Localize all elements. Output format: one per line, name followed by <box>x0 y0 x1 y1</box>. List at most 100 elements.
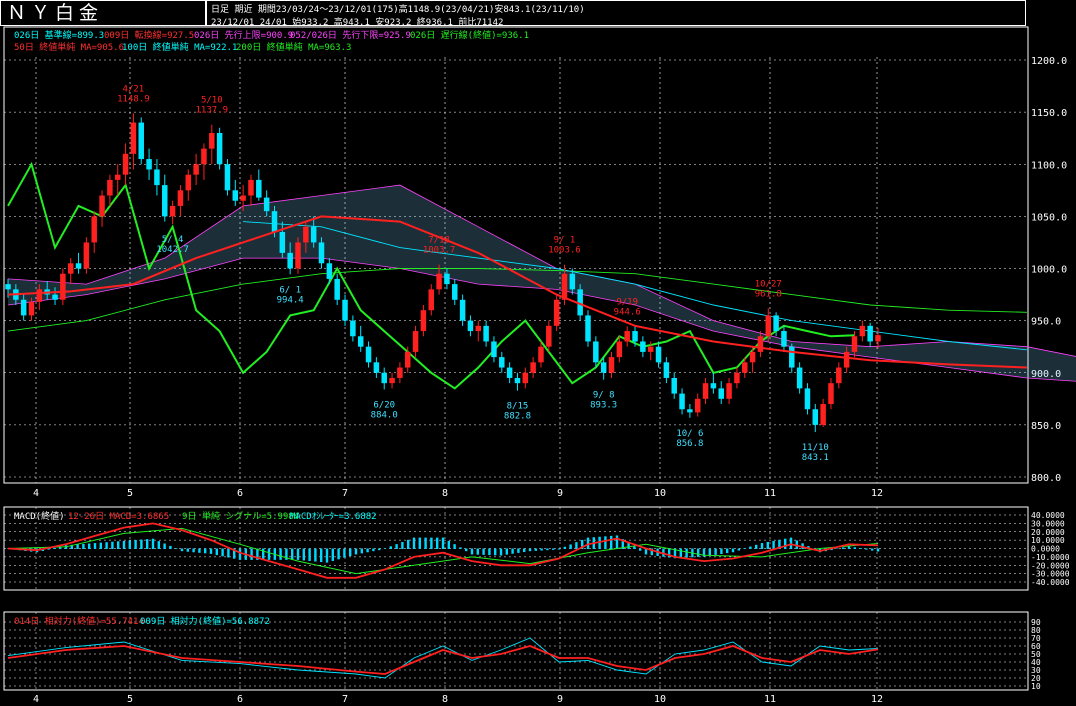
candle-body <box>412 331 419 352</box>
candle <box>804 383 811 415</box>
candle <box>397 362 403 384</box>
candle-body <box>216 132 223 165</box>
candle-body <box>718 388 724 399</box>
candle-body <box>475 325 482 332</box>
candle <box>130 113 137 170</box>
candle-body <box>428 289 434 311</box>
candle-body <box>310 226 317 243</box>
macd-histogram-bar <box>337 548 340 560</box>
candle <box>828 377 834 410</box>
rsi-x-tick-label: 6 <box>237 694 243 705</box>
x-tick-label: 7 <box>342 488 348 499</box>
macd-histogram-bar <box>372 548 375 552</box>
candle-body <box>162 185 168 217</box>
candle-body <box>83 242 90 269</box>
candle <box>710 372 717 394</box>
macd-histogram-bar <box>122 540 126 549</box>
chart-container: 4 5 6 7 8 9 10 11 121200.01150.01100.01050.01000… <box>3 26 1076 705</box>
candle-body <box>436 273 442 290</box>
candle <box>640 336 646 358</box>
candle <box>60 268 66 305</box>
macd-histogram-bar <box>465 548 468 552</box>
candle-body <box>632 331 638 342</box>
candle <box>608 351 615 378</box>
candle-body <box>585 315 591 342</box>
annotation-date: 5/ 4 <box>162 235 184 245</box>
candle <box>514 372 521 391</box>
candle <box>412 325 419 358</box>
candle <box>334 273 340 305</box>
macd-histogram-bar <box>169 545 172 549</box>
candle-body <box>28 301 35 316</box>
candle-body <box>350 320 356 337</box>
candle <box>734 367 740 389</box>
rsi-x-tick-label: 11 <box>764 694 776 705</box>
candle <box>459 294 466 326</box>
macd-histogram-bar <box>540 548 543 551</box>
macd-histogram-bar <box>105 542 108 549</box>
macd-histogram-bar <box>296 548 300 560</box>
macd-histogram-bar <box>511 548 514 554</box>
macd-histogram-bar <box>354 548 358 555</box>
macd-histogram-bar <box>499 548 503 556</box>
candle <box>789 343 795 373</box>
annotation-value: 843.1 <box>802 453 829 463</box>
candle-body <box>169 205 176 217</box>
macd-histogram-bar <box>128 540 131 549</box>
macd-histogram-bar <box>639 548 642 551</box>
candle-body <box>295 242 301 269</box>
candle-body <box>781 331 787 347</box>
candle-body <box>201 148 207 165</box>
macd-histogram-bar <box>494 548 497 556</box>
y-tick-label: 1200.0 <box>1031 56 1067 67</box>
y-tick-label: 1100.0 <box>1031 160 1067 171</box>
candle <box>75 252 82 274</box>
y-tick-label: 1150.0 <box>1031 108 1067 119</box>
candle-body <box>287 252 293 269</box>
candle-body <box>561 273 568 300</box>
macd-histogram-bar <box>389 546 392 549</box>
candle <box>91 211 97 253</box>
x-tick-label: 5 <box>127 488 133 499</box>
candle <box>687 404 693 418</box>
annotation-date: 4/21 <box>123 84 145 94</box>
macd-histogram-bar <box>331 548 334 561</box>
candle-body <box>702 383 709 399</box>
candle-body <box>773 315 779 332</box>
candle-body <box>757 336 764 352</box>
candle <box>381 367 387 390</box>
macd-histogram-bar <box>697 548 700 557</box>
candle <box>256 169 262 201</box>
candle-body <box>130 122 137 154</box>
macd-histogram-bar <box>140 539 143 549</box>
macd-histogram-bar <box>343 548 346 558</box>
candle-body <box>843 351 850 368</box>
candle-body <box>52 294 58 300</box>
annotation-date: 9/ 8 <box>593 391 615 401</box>
candle-body <box>326 263 333 279</box>
macd-histogram-bar <box>563 546 566 549</box>
macd-histogram-bar <box>685 548 688 558</box>
annotation-value: 884.0 <box>371 410 398 420</box>
candle <box>506 362 513 384</box>
candle-body <box>859 325 866 337</box>
annotation-date: 6/20 <box>373 400 395 410</box>
macd-histogram-bar <box>325 548 329 563</box>
macd-histogram-bar <box>784 538 787 549</box>
candle-body <box>420 310 427 332</box>
candle-body <box>99 195 105 217</box>
candle <box>122 143 129 186</box>
annotation-date: 10/ 6 <box>676 429 703 439</box>
candle <box>83 237 90 274</box>
candle-body <box>530 362 536 373</box>
annotation-date: 9/ 1 <box>554 236 576 246</box>
candle-body <box>224 164 231 191</box>
candle-body <box>506 367 513 378</box>
macd-histogram-bar <box>679 548 682 558</box>
macd-histogram-bar <box>731 548 735 553</box>
macd-histogram-bar <box>146 539 149 549</box>
candle <box>193 153 199 186</box>
candle-body <box>240 195 246 201</box>
candle-body <box>342 299 348 321</box>
candle <box>624 326 630 347</box>
